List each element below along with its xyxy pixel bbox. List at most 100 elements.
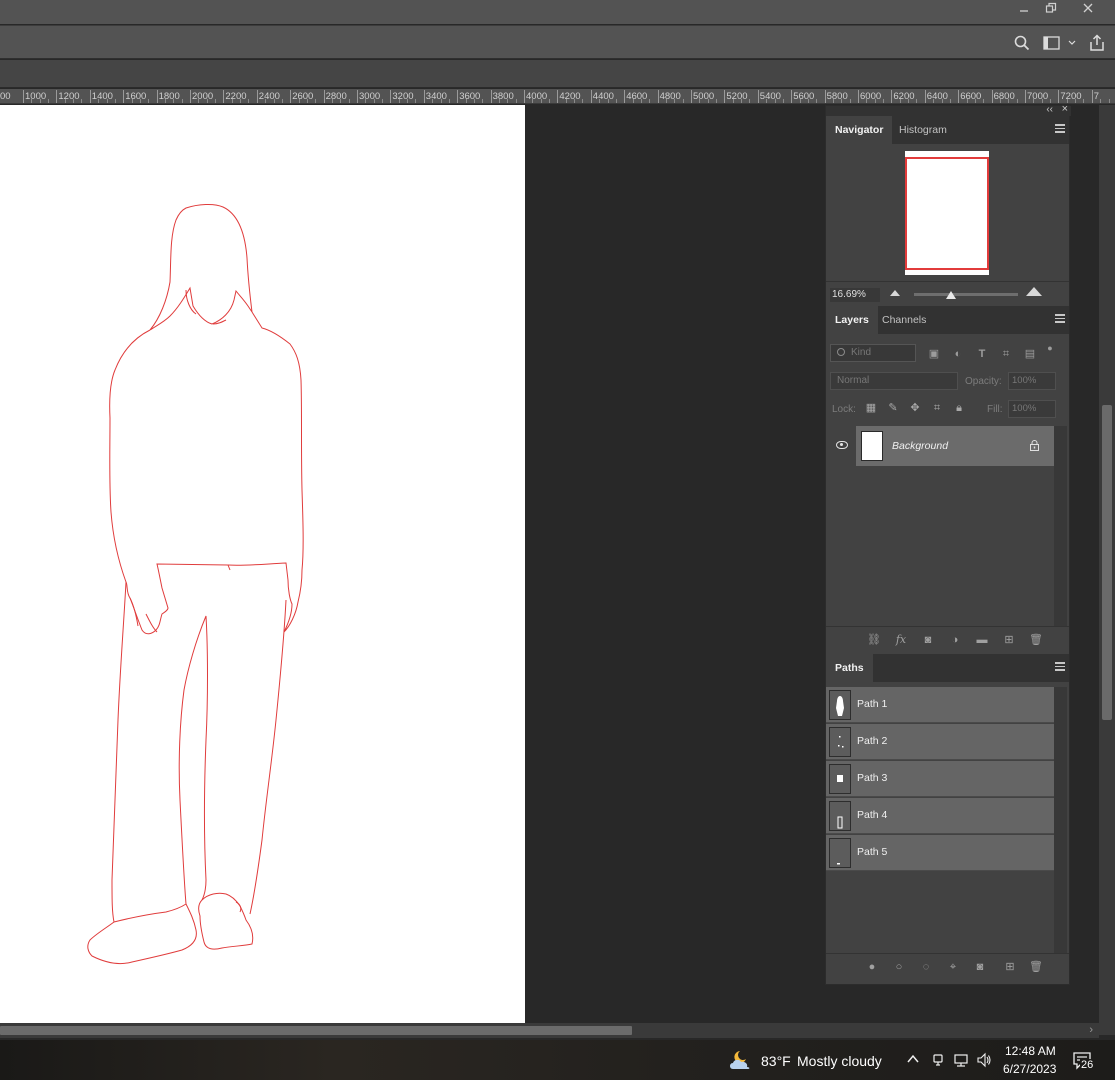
title-bar <box>0 0 1115 24</box>
document-canvas[interactable] <box>0 105 525 1023</box>
workspace-switcher[interactable] <box>1043 34 1077 52</box>
path-row[interactable]: Path 2 <box>826 724 1054 760</box>
network-icon[interactable] <box>953 1052 969 1068</box>
link-layers-icon[interactable]: ⛓ <box>866 632 882 648</box>
ruler-label: 5600 <box>793 91 815 102</box>
make-work-path-icon[interactable]: ⌖ <box>945 959 961 975</box>
paths-menu-icon[interactable] <box>1055 662 1065 672</box>
lock-transparent-icon[interactable]: ▦ <box>864 401 878 415</box>
vertical-scroll-thumb[interactable] <box>1102 405 1112 720</box>
adjustment-layer-icon[interactable]: ◑ <box>947 632 963 648</box>
meet-now-icon[interactable] <box>930 1052 946 1068</box>
layers-panel-header: Layers Channels <box>826 306 1069 334</box>
horizontal-scrollbar[interactable]: › <box>0 1023 1099 1038</box>
filter-adjustment-icon[interactable]: ◐ <box>952 348 964 360</box>
add-mask-icon[interactable]: ◙ <box>972 959 988 975</box>
partly-cloudy-night-icon[interactable] <box>727 1048 755 1072</box>
ruler-label: 7200 <box>1060 91 1082 102</box>
lock-position-icon[interactable]: ✥ <box>908 401 922 415</box>
zoom-slider-handle[interactable] <box>946 291 956 299</box>
load-selection-icon[interactable]: ◌ <box>918 959 934 975</box>
ruler-major-tick <box>624 90 626 103</box>
new-group-icon[interactable]: ▬ <box>974 632 990 648</box>
path-thumbnail <box>829 838 851 868</box>
filter-smart-object-icon[interactable]: ▤ <box>1024 348 1036 360</box>
filter-pixel-icon[interactable]: ▣ <box>928 348 940 360</box>
paths-scrollbar[interactable] <box>1054 687 1067 953</box>
path-row[interactable]: Path 4 <box>826 798 1054 834</box>
zoom-in-icon[interactable] <box>1026 287 1042 296</box>
ruler-label: 1000 <box>25 91 47 102</box>
horizontal-ruler[interactable]: 00 1000 1200 1400 1600 1800 2000 2200 2400 2600 28… <box>0 89 1115 104</box>
layer-row[interactable]: Background <box>826 426 1054 466</box>
clock-date[interactable]: 6/27/2023 <box>1003 1062 1056 1076</box>
path-row[interactable]: Path 5 <box>826 835 1054 871</box>
person-outline-path <box>87 204 304 965</box>
search-button[interactable] <box>1013 34 1031 52</box>
lock-image-icon[interactable]: ✎ <box>886 401 900 415</box>
zoom-field[interactable]: 16.69% <box>830 288 880 302</box>
navigator-preview[interactable] <box>826 144 1069 278</box>
share-button[interactable] <box>1088 34 1106 52</box>
ruler-label: 4400 <box>592 91 614 102</box>
layer-visibility-toggle[interactable] <box>826 426 856 466</box>
close-panels-icon[interactable]: × <box>1062 103 1068 115</box>
delete-layer-icon[interactable]: 🗑︎ <box>1028 632 1044 648</box>
ruler-label: 1400 <box>91 91 113 102</box>
close-button[interactable] <box>1074 0 1102 20</box>
horizontal-scroll-thumb[interactable] <box>0 1026 632 1035</box>
new-path-icon[interactable]: ⊞ <box>1002 959 1018 975</box>
lock-all-icon[interactable]: 🔒︎ <box>952 401 966 415</box>
filter-type-icon[interactable]: T <box>976 348 988 360</box>
tab-paths[interactable]: Paths <box>826 654 873 682</box>
filter-toggle-icon[interactable]: ● <box>1044 342 1056 354</box>
opacity-field[interactable]: 100% <box>1008 372 1056 390</box>
ruler-major-tick <box>524 90 525 103</box>
layers-menu-icon[interactable] <box>1055 314 1065 324</box>
layers-scrollbar[interactable] <box>1054 426 1067 626</box>
add-mask-icon[interactable]: ◙ <box>920 632 936 648</box>
ruler-label: 7000 <box>1027 91 1049 102</box>
layer-kind-filter[interactable]: Kind <box>830 344 916 362</box>
ruler-minor-tick <box>849 99 851 103</box>
ruler-minor-tick <box>682 99 684 103</box>
ruler-major-tick <box>657 90 659 103</box>
fill-path-icon[interactable]: ● <box>864 959 880 975</box>
navigator-view-box[interactable] <box>905 157 989 270</box>
minimize-button[interactable] <box>1010 0 1038 20</box>
tab-histogram[interactable]: Histogram <box>890 116 956 144</box>
ruler-minor-tick <box>716 99 718 103</box>
navigator-menu-icon[interactable] <box>1055 124 1065 134</box>
tab-layers[interactable]: Layers <box>826 306 878 334</box>
zoom-out-icon[interactable] <box>890 290 900 296</box>
delete-path-icon[interactable]: 🗑︎ <box>1028 959 1044 975</box>
weather-condition[interactable]: Mostly cloudy <box>797 1053 882 1069</box>
filter-shape-icon[interactable]: ⌗ <box>1000 348 1012 360</box>
path-thumbnail <box>829 690 851 720</box>
zoom-slider[interactable] <box>914 293 1018 296</box>
lock-artboard-icon[interactable]: ⌗ <box>930 401 944 415</box>
fill-field[interactable]: 100% <box>1008 400 1056 418</box>
layer-style-icon[interactable]: fx <box>893 632 909 648</box>
new-layer-icon[interactable]: ⊞ <box>1001 632 1017 648</box>
tab-navigator[interactable]: Navigator <box>826 116 893 144</box>
tab-channels[interactable]: Channels <box>873 306 935 334</box>
volume-icon[interactable] <box>976 1052 992 1068</box>
lock-icon[interactable] <box>1030 440 1039 451</box>
ruler-minor-tick <box>48 99 50 103</box>
restore-button[interactable] <box>1037 0 1065 20</box>
weather-temperature[interactable]: 83°F <box>761 1053 791 1069</box>
collapse-panels-icon[interactable]: ‹‹ <box>1046 104 1053 115</box>
show-hidden-icons-chevron-icon[interactable] <box>905 1052 921 1068</box>
vertical-scrollbar[interactable] <box>1099 105 1115 1035</box>
scroll-right-arrow-icon[interactable]: › <box>1089 1024 1093 1036</box>
stroke-path-icon[interactable]: ○ <box>891 959 907 975</box>
layer-name[interactable]: Background <box>892 440 948 452</box>
ruler-minor-tick <box>1083 99 1085 103</box>
ruler-label: 1600 <box>125 91 147 102</box>
ruler-label: 4800 <box>659 91 681 102</box>
path-row[interactable]: Path 1 <box>826 687 1054 723</box>
blend-mode-select[interactable]: Normal <box>830 372 958 390</box>
clock-time[interactable]: 12:48 AM <box>1005 1044 1056 1058</box>
path-row[interactable]: Path 3 <box>826 761 1054 797</box>
